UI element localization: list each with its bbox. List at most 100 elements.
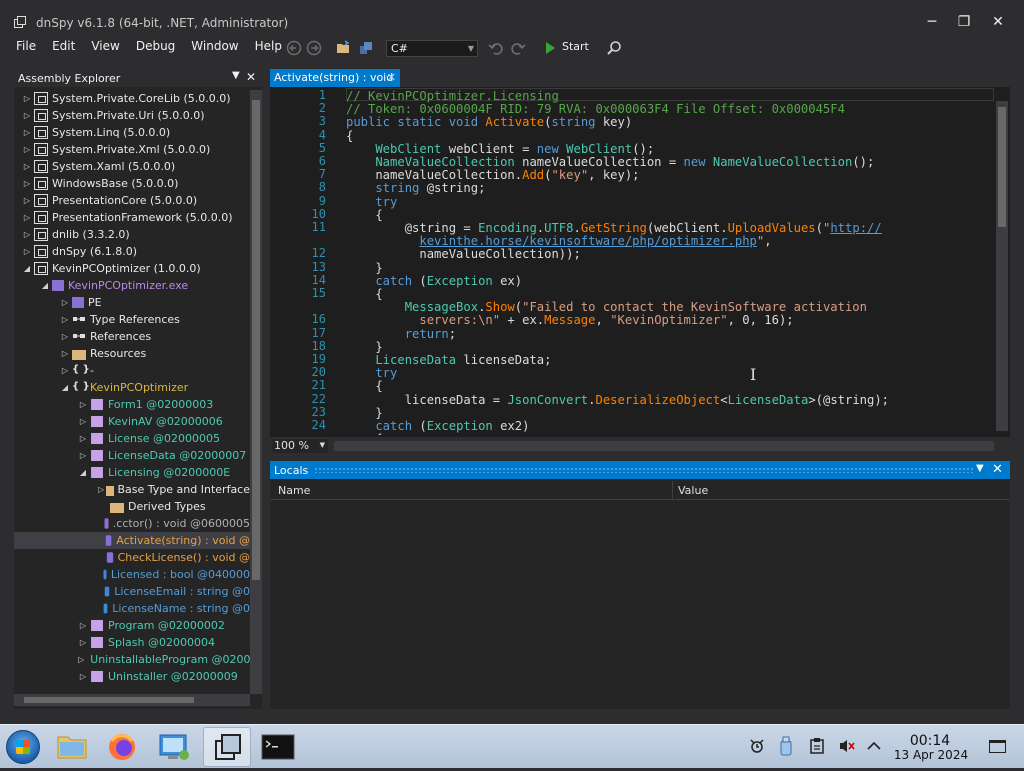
editor-vertical-scrollbar[interactable] [996, 101, 1008, 431]
taskbar-terminal[interactable] [254, 727, 302, 767]
code-line[interactable]: string @string; [346, 181, 485, 195]
expander-icon[interactable]: ▷ [78, 617, 88, 634]
tree-node[interactable]: ▷ System.Private.Uri (5.0.0.0) [14, 107, 250, 124]
menu-debug[interactable]: Debug [128, 38, 183, 58]
expander-icon[interactable]: ▷ [22, 175, 32, 192]
tree-node[interactable]: Licensed : bool @040000 [14, 566, 250, 583]
code-line[interactable]: { [346, 432, 382, 435]
code-line[interactable]: catch (Exception ex2) [346, 419, 529, 433]
expander-icon[interactable]: ▷ [22, 158, 32, 175]
expander-icon[interactable]: ▷ [60, 294, 70, 311]
code-line[interactable]: { [346, 287, 382, 301]
panel-menu-icon[interactable]: ▼ [976, 463, 984, 474]
start-play-icon[interactable] [542, 40, 558, 56]
tree-node[interactable]: ▷ Type References [14, 311, 250, 328]
taskbar-firefox[interactable] [98, 727, 146, 767]
tree-node[interactable]: ▷ LicenseData @02000007 [14, 447, 250, 464]
navigate-forward-icon[interactable] [306, 40, 322, 56]
expander-icon[interactable]: ▷ [22, 90, 32, 107]
expander-icon[interactable]: ▷ [78, 430, 88, 447]
start-button[interactable]: Start [562, 40, 589, 53]
panel-close-icon[interactable]: ✕ [246, 70, 256, 84]
tree-node[interactable]: ▷ PresentationCore (5.0.0.0) [14, 192, 250, 209]
code-line[interactable]: nameValueCollection.Add("key", key); [346, 168, 639, 182]
tree-node[interactable]: ▷ PE [14, 294, 250, 311]
tree-node[interactable]: ▷ UninstallableProgram @0200 [14, 651, 250, 668]
code-line[interactable]: licenseData = JsonConvert.DeserializeObj… [346, 393, 889, 407]
expander-icon[interactable]: ◢ [40, 277, 50, 294]
expander-icon[interactable]: ◢ [78, 464, 88, 481]
expander-icon[interactable]: ▷ [98, 481, 104, 498]
tree-node[interactable]: .cctor() : void @0600005 [14, 515, 250, 532]
code-line[interactable]: WebClient webClient = new WebClient(); [346, 142, 654, 156]
expander-icon[interactable]: ▷ [22, 107, 32, 124]
code-line[interactable]: { [346, 379, 382, 393]
tree-node[interactable]: ▷ Uninstaller @02000009 [14, 668, 250, 685]
code-line[interactable]: // KevinPCOptimizer.Licensing [346, 89, 559, 103]
expander-icon[interactable]: ▷ [60, 311, 70, 328]
expander-icon[interactable]: ▷ [78, 668, 88, 685]
redo-icon[interactable] [510, 40, 526, 56]
column-name[interactable]: Name [278, 484, 310, 497]
tree-node[interactable]: ▷{ } - [14, 362, 250, 379]
code-line[interactable]: try [346, 366, 397, 380]
editor-horizontal-scrollbar[interactable] [334, 441, 994, 451]
tree-node[interactable]: ▷ Base Type and Interface [14, 481, 250, 498]
code-line[interactable]: } [346, 340, 382, 354]
clock-date[interactable]: 13 Apr 2024 [886, 748, 976, 762]
code-line[interactable]: kevinthe.horse/kevinsoftware/php/optimiz… [346, 234, 771, 248]
code-line[interactable]: catch (Exception ex) [346, 274, 522, 288]
taskbar-dnspy[interactable] [203, 727, 251, 767]
code-line[interactable]: NameValueCollection nameValueCollection … [346, 155, 874, 169]
menu-view[interactable]: View [83, 38, 127, 58]
code-line[interactable]: // Token: 0x0600004F RID: 79 RVA: 0x0000… [346, 102, 845, 116]
open-list-icon[interactable] [358, 40, 374, 56]
tree-node[interactable]: ▷ References [14, 328, 250, 345]
tree-node[interactable]: Activate(string) : void @ [14, 532, 250, 549]
code-line[interactable]: LicenseData licenseData; [346, 353, 551, 367]
menu-edit[interactable]: Edit [44, 38, 83, 58]
tree-node[interactable]: Derived Types [14, 498, 250, 515]
expander-icon[interactable]: ▷ [22, 226, 32, 243]
language-select[interactable]: C# ▼ [386, 40, 478, 57]
tree-node[interactable]: ▷ dnSpy (6.1.8.0) [14, 243, 250, 260]
tree-node[interactable]: ▷ System.Private.Xml (5.0.0.0) [14, 141, 250, 158]
tree-node[interactable]: CheckLicense() : void @ [14, 549, 250, 566]
expander-icon[interactable]: ◢ [22, 260, 32, 277]
tree-node[interactable]: ▷ Resources [14, 345, 250, 362]
open-folder-icon[interactable] [336, 40, 352, 56]
code-line[interactable]: } [346, 261, 382, 275]
menu-window[interactable]: Window [183, 38, 246, 58]
clock-time[interactable]: 00:14 [895, 733, 965, 749]
expander-icon[interactable]: ▷ [22, 141, 32, 158]
tree-node[interactable]: ▷ Program @02000002 [14, 617, 250, 634]
expander-icon[interactable]: ▷ [60, 362, 70, 379]
tree-vertical-scrollbar[interactable] [250, 90, 262, 694]
code-line[interactable]: { [346, 208, 382, 222]
tree-scroll-thumb[interactable] [252, 100, 260, 580]
code-line[interactable]: @string = Encoding.UTF8.GetString(webCli… [346, 221, 882, 235]
code-line[interactable]: MessageBox.Show("Failed to contact the K… [346, 300, 867, 314]
tree-node[interactable]: ▷ System.Xaml (5.0.0.0) [14, 158, 250, 175]
network-alarm-icon[interactable] [748, 737, 766, 755]
tree-node[interactable]: ▷ License @02000005 [14, 430, 250, 447]
tree-node[interactable]: LicenseName : string @0 [14, 600, 250, 617]
minimize-button[interactable]: ─ [918, 12, 946, 32]
taskbar-control-panel[interactable] [150, 727, 198, 767]
close-button[interactable]: ✕ [984, 12, 1012, 32]
code-line[interactable]: servers:\n" + ex.Message, "KevinOptimize… [346, 313, 793, 327]
expander-icon[interactable]: ▷ [60, 328, 70, 345]
code-line[interactable]: try [346, 195, 397, 209]
code-line[interactable]: public static void Activate(string key) [346, 115, 632, 129]
windows-start-button[interactable] [6, 730, 40, 764]
tree-node[interactable]: ◢{ } KevinPCOptimizer [14, 379, 250, 396]
tree-node[interactable]: ▷ Form1 @02000003 [14, 396, 250, 413]
panel-grip[interactable] [314, 467, 974, 473]
code-editor[interactable]: 1 2 3 4 5 6 7 8 9 10 11 12 13 14 15 16 17 18 19 20 21 22 23 24 … [270, 87, 1010, 455]
tree-node[interactable]: ▷ System.Linq (5.0.0.0) [14, 124, 250, 141]
zoom-select[interactable]: 100 % ▼ [272, 439, 328, 453]
tree-node[interactable]: ▷ WindowsBase (5.0.0.0) [14, 175, 250, 192]
tree-node[interactable]: ▷ dnlib (3.3.2.0) [14, 226, 250, 243]
tree-hscroll-thumb[interactable] [24, 697, 194, 703]
undo-icon[interactable] [488, 40, 504, 56]
